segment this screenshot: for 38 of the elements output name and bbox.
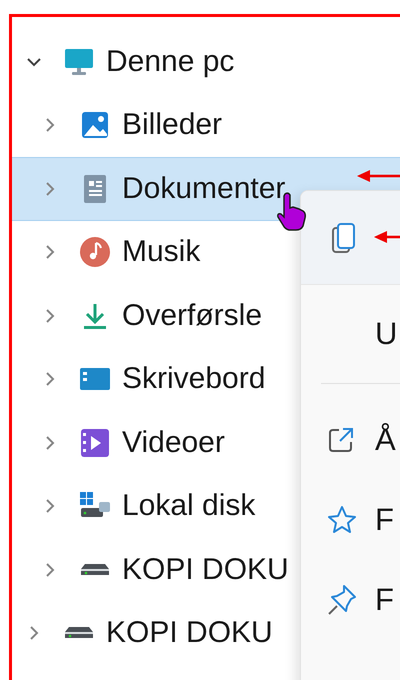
menu-item-label[interactable]: F xyxy=(375,502,394,538)
chevron-right-icon[interactable] xyxy=(45,117,55,134)
tree-item-label[interactable]: Videoer xyxy=(122,426,225,460)
music-note-icon xyxy=(79,236,111,268)
chevron-right-icon[interactable] xyxy=(29,625,39,642)
drive-icon xyxy=(64,626,94,640)
chevron-right-icon[interactable] xyxy=(45,371,55,388)
drive-icon xyxy=(80,562,110,577)
chevron-right-icon[interactable] xyxy=(45,434,55,451)
chevron-right-icon[interactable] xyxy=(45,562,55,578)
star-icon xyxy=(327,505,357,535)
chevron-right-icon[interactable] xyxy=(45,180,55,197)
open-external-icon xyxy=(327,426,355,454)
tree-item-label[interactable]: KOPI DOKU xyxy=(106,616,273,650)
copy-icon[interactable] xyxy=(331,222,357,254)
tree-item-label[interactable]: KOPI DOKU xyxy=(122,552,289,587)
tree-item-label[interactable]: Overførsle xyxy=(122,298,262,333)
chevron-right-icon[interactable] xyxy=(45,244,55,260)
tree-item-label[interactable]: Dokumenter xyxy=(122,172,286,206)
monitor-icon xyxy=(63,46,95,77)
video-icon xyxy=(80,428,110,458)
chevron-down-icon[interactable] xyxy=(26,56,42,67)
picture-icon xyxy=(81,111,109,140)
document-icon xyxy=(83,174,107,204)
pin-icon xyxy=(327,584,357,616)
tree-item-label[interactable]: Musik xyxy=(122,235,200,270)
tree-item-label[interactable]: Skrivebord xyxy=(122,362,266,396)
desktop-icon xyxy=(79,366,111,392)
menu-item-label[interactable]: U xyxy=(375,316,398,352)
menu-item-label[interactable]: F xyxy=(375,582,394,618)
chevron-right-icon[interactable] xyxy=(45,498,55,514)
annotation-arrow xyxy=(373,229,400,245)
tree-item-label[interactable]: Lokal disk xyxy=(122,489,256,524)
menu-item-label[interactable]: Å xyxy=(375,422,396,458)
chevron-right-icon[interactable] xyxy=(45,308,55,324)
annotation-arrow xyxy=(356,168,400,184)
tree-item-label[interactable]: Billeder xyxy=(122,108,222,142)
tree-item-label[interactable]: Denne pc xyxy=(106,44,234,79)
